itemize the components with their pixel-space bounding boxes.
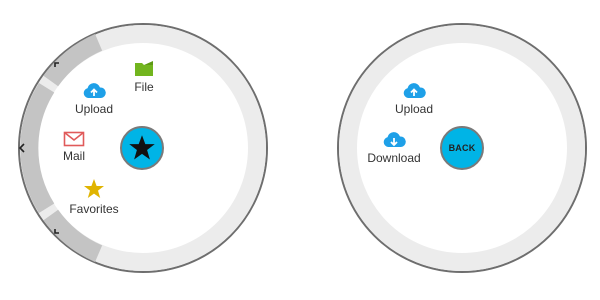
- radial-menu-submenu: Upload Download BACK: [300, 0, 600, 300]
- back-button-label: BACK: [448, 143, 476, 153]
- cloud-upload-icon: [403, 83, 426, 98]
- menu-item-label: Upload: [394, 102, 434, 116]
- back-button[interactable]: BACK: [440, 126, 484, 170]
- mail-icon: [63, 131, 85, 147]
- menu-item-upload[interactable]: Upload: [73, 82, 115, 116]
- center-favorites-button[interactable]: [120, 126, 164, 170]
- menu-item-download[interactable]: Download: [364, 131, 424, 165]
- radial-menu-main: Upload File Mail Favorites: [0, 0, 300, 300]
- folder-icon: [135, 61, 153, 76]
- menu-item-label: Favorites: [69, 202, 119, 216]
- cloud-download-icon: [383, 132, 406, 147]
- menu-item-file[interactable]: File: [130, 60, 158, 94]
- menu-item-label: Mail: [62, 149, 85, 163]
- menu-item-label: File: [134, 80, 154, 94]
- cloud-upload-icon: [83, 83, 106, 98]
- menu-item-upload[interactable]: Upload: [393, 82, 435, 116]
- menu-item-mail[interactable]: Mail: [60, 131, 88, 163]
- star-icon: [84, 179, 104, 198]
- star-icon: [129, 135, 155, 160]
- menu-item-favorites[interactable]: Favorites: [66, 178, 122, 216]
- menu-item-label: Download: [367, 151, 421, 165]
- menu-item-label: Upload: [74, 102, 114, 116]
